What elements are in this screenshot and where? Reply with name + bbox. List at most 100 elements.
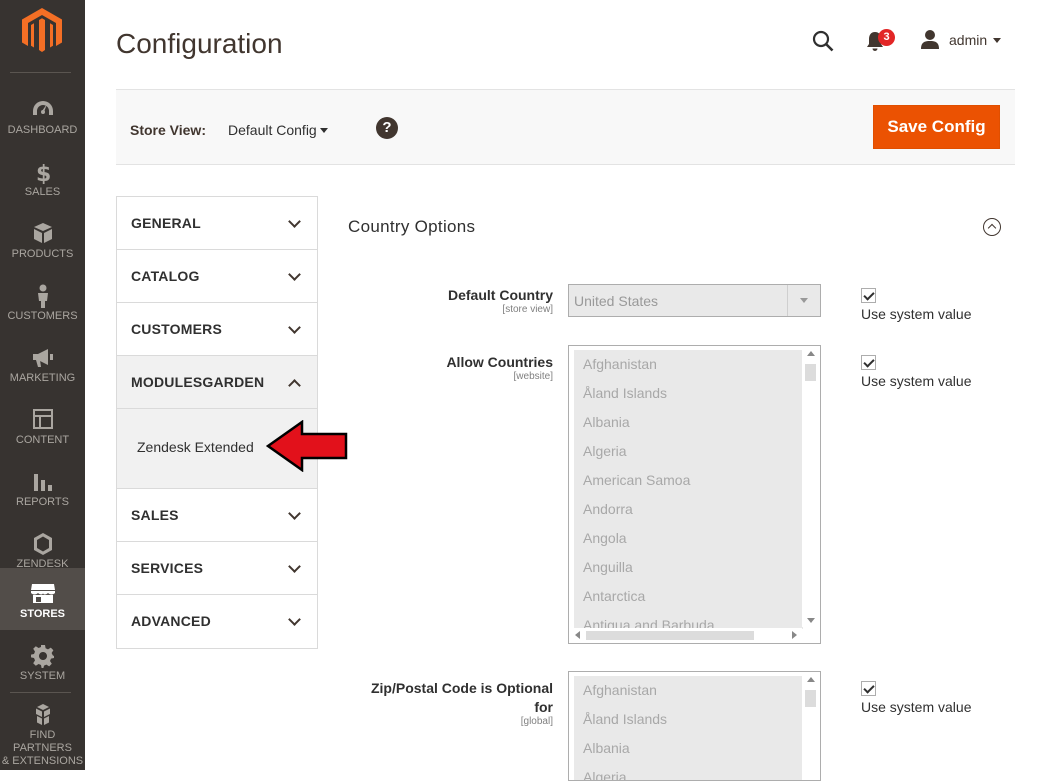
tab-label: SALES: [131, 507, 179, 523]
list-item: Albania: [583, 740, 630, 756]
sidebar-item-system[interactable]: SYSTEM: [0, 630, 85, 692]
zip-optional-multiselect: Afghanistan Åland Islands Albania Algeri…: [568, 671, 821, 781]
tab-services[interactable]: SERVICES: [117, 542, 317, 595]
megaphone-icon: [32, 349, 53, 367]
use-system-value-checkbox[interactable]: [861, 681, 876, 696]
list-item: Afghanistan: [583, 682, 657, 698]
chevron-down-icon: [288, 507, 301, 520]
list-item: Algeria: [583, 769, 627, 781]
list-item: Antigua and Barbuda: [583, 617, 715, 629]
sidebar-item-label: DASHBOARD: [7, 124, 78, 136]
tab-item-label: Zendesk Extended: [137, 439, 254, 455]
tab-modulesgarden[interactable]: MODULESGARDEN: [117, 356, 317, 409]
chevron-down-icon[interactable]: [993, 38, 1001, 43]
svg-text:$: $: [36, 162, 51, 184]
save-config-button[interactable]: Save Config: [873, 105, 1000, 149]
sidebar-item-stores[interactable]: STORES: [0, 568, 85, 630]
tab-label: CATALOG: [131, 268, 200, 284]
person-icon: [37, 284, 48, 308]
sidebar-item-sales[interactable]: $ SALES: [0, 146, 85, 208]
sidebar-item-label: SYSTEM: [19, 670, 66, 682]
dashboard-icon: [32, 101, 53, 115]
list-item: Algeria: [583, 443, 627, 459]
sidebar-divider: [10, 692, 71, 693]
list-item: Andorra: [583, 501, 633, 517]
tab-sales[interactable]: SALES: [117, 489, 317, 542]
search-icon[interactable]: [812, 30, 834, 52]
sidebar-item-label: PRODUCTS: [11, 248, 74, 260]
horizontal-scrollbar[interactable]: [570, 628, 802, 642]
sidebar-item-label: FIND PARTNERS & EXTENSIONS: [1, 729, 84, 767]
store-view-toolbar: Store View: Default Config ? Save Config: [116, 89, 1015, 165]
sidebar-item-dashboard[interactable]: DASHBOARD: [0, 84, 85, 146]
vertical-scrollbar[interactable]: [802, 347, 819, 627]
vertical-scrollbar[interactable]: [802, 673, 819, 780]
default-country-select: United States: [568, 284, 821, 317]
chevron-down-icon: [787, 285, 820, 316]
tab-advanced[interactable]: ADVANCED: [117, 595, 317, 648]
magento-logo-icon[interactable]: [22, 8, 62, 54]
notification-badge[interactable]: 3: [878, 29, 895, 46]
sidebar-item-label: CUSTOMERS: [7, 310, 78, 322]
admin-user-menu[interactable]: admin: [949, 32, 987, 48]
chevron-up-icon: [288, 379, 301, 392]
default-country-value: United States: [574, 293, 659, 309]
list-item: Angola: [583, 530, 627, 546]
gear-icon: [30, 645, 54, 668]
collapse-section-icon[interactable]: [983, 218, 1001, 236]
store-view-switcher[interactable]: Default Config: [228, 122, 317, 138]
chevron-down-icon[interactable]: [320, 128, 328, 133]
list-item: American Samoa: [583, 472, 691, 488]
tab-general[interactable]: GENERAL: [117, 197, 317, 250]
scope-label: [store view]: [502, 304, 553, 315]
section-title[interactable]: Country Options: [348, 217, 475, 237]
sidebar-item-products[interactable]: PRODUCTS: [0, 208, 85, 270]
list-item: Åland Islands: [583, 385, 668, 401]
zip-optional-label: Zip/Postal Code is Optional: [370, 680, 553, 696]
use-system-value-label[interactable]: Use system value: [861, 699, 971, 715]
sidebar-item-label: SALES: [24, 186, 61, 198]
admin-sidebar: DASHBOARD $ SALES PRODUCTS CUSTOMERS MAR…: [0, 0, 85, 770]
chevron-down-icon: [288, 268, 301, 281]
hexagon-icon: [33, 533, 52, 555]
allow-countries-multiselect: Afghanistan Åland Islands Albania Algeri…: [568, 345, 821, 644]
sidebar-item-find-partners[interactable]: FIND PARTNERS & EXTENSIONS: [0, 697, 85, 770]
allow-countries-label: Allow Countries: [446, 354, 553, 370]
tab-label: ADVANCED: [131, 613, 211, 629]
sidebar-item-customers[interactable]: CUSTOMERS: [0, 270, 85, 332]
user-icon[interactable]: [920, 29, 940, 49]
use-system-value-checkbox[interactable]: [861, 355, 876, 370]
list-item: Anguilla: [583, 559, 633, 575]
tab-label: SERVICES: [131, 560, 204, 576]
sidebar-item-content[interactable]: CONTENT: [0, 394, 85, 456]
chevron-down-icon: [288, 560, 301, 573]
list-item: Afghanistan: [583, 356, 657, 372]
chevron-down-icon: [288, 321, 301, 334]
page-title: Configuration: [116, 28, 283, 59]
allow-countries-options: Afghanistan Åland Islands Albania Algeri…: [574, 350, 803, 629]
box-icon: [33, 223, 52, 243]
zip-optional-label-continued: for: [534, 699, 553, 715]
tab-label: MODULESGARDEN: [131, 374, 265, 390]
help-icon[interactable]: ?: [376, 117, 398, 139]
use-system-value-label[interactable]: Use system value: [861, 373, 971, 389]
store-view-label: Store View:: [130, 122, 206, 138]
tab-customers[interactable]: CUSTOMERS: [117, 303, 317, 356]
sidebar-divider: [10, 72, 71, 73]
sidebar-item-marketing[interactable]: MARKETING: [0, 332, 85, 394]
sidebar-item-label: CONTENT: [15, 434, 70, 446]
use-system-value-label[interactable]: Use system value: [861, 306, 971, 322]
cubes-icon: [35, 704, 50, 725]
sidebar-item-label: MARKETING: [9, 372, 76, 384]
default-country-label: Default Country: [448, 287, 553, 303]
scope-label: [global]: [520, 716, 553, 727]
sidebar-item-label: REPORTS: [16, 496, 69, 508]
sidebar-item-reports[interactable]: REPORTS: [0, 456, 85, 518]
use-system-value-checkbox[interactable]: [861, 288, 876, 303]
dollar-icon: $: [36, 162, 51, 184]
scope-label: [website]: [513, 371, 553, 382]
list-item: Albania: [583, 414, 630, 430]
tab-catalog[interactable]: CATALOG: [117, 250, 317, 303]
store-icon: [30, 584, 55, 603]
bar-chart-icon: [33, 474, 52, 491]
